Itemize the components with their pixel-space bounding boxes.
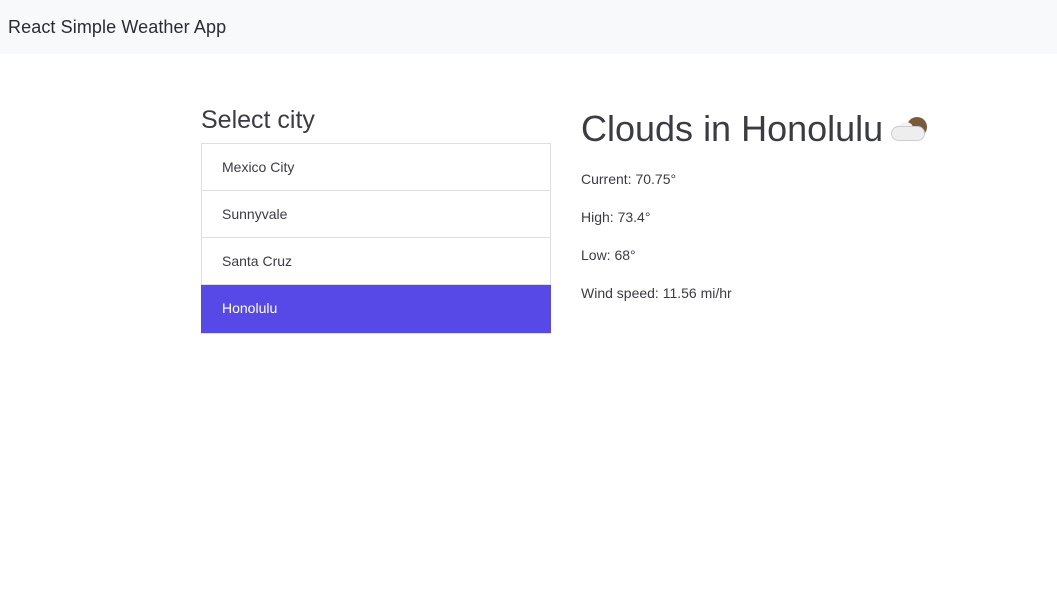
city-item-honolulu[interactable]: Honolulu — [201, 285, 551, 333]
city-item-mexico-city[interactable]: Mexico City — [202, 144, 550, 191]
city-item-santa-cruz[interactable]: Santa Cruz — [202, 238, 550, 285]
navbar: React Simple Weather App — [0, 0, 1057, 54]
city-item-sunnyvale[interactable]: Sunnyvale — [202, 191, 550, 238]
city-selector: Select city Mexico City Sunnyvale Santa … — [201, 104, 551, 334]
weather-title-text: Clouds in Honolulu — [581, 108, 884, 149]
high-temperature: High: 73.4° — [581, 209, 651, 225]
main-content: Select city Mexico City Sunnyvale Santa … — [0, 54, 1057, 615]
sun-behind-cloud-icon — [891, 115, 931, 143]
city-list: Mexico City Sunnyvale Santa Cruz Honolul… — [201, 143, 551, 334]
cloud-shape — [891, 126, 926, 141]
weather-panel: Clouds in Honolulu Current: 70.75° High:… — [581, 104, 1041, 316]
current-temperature: Current: 70.75° — [581, 171, 677, 187]
weather-heading: Clouds in Honolulu — [581, 104, 1041, 154]
app-title[interactable]: React Simple Weather App — [8, 17, 226, 38]
select-city-heading: Select city — [201, 106, 315, 134]
wind-speed: Wind speed: 11.56 mi/hr — [581, 285, 732, 301]
low-temperature: Low: 68° — [581, 247, 636, 263]
